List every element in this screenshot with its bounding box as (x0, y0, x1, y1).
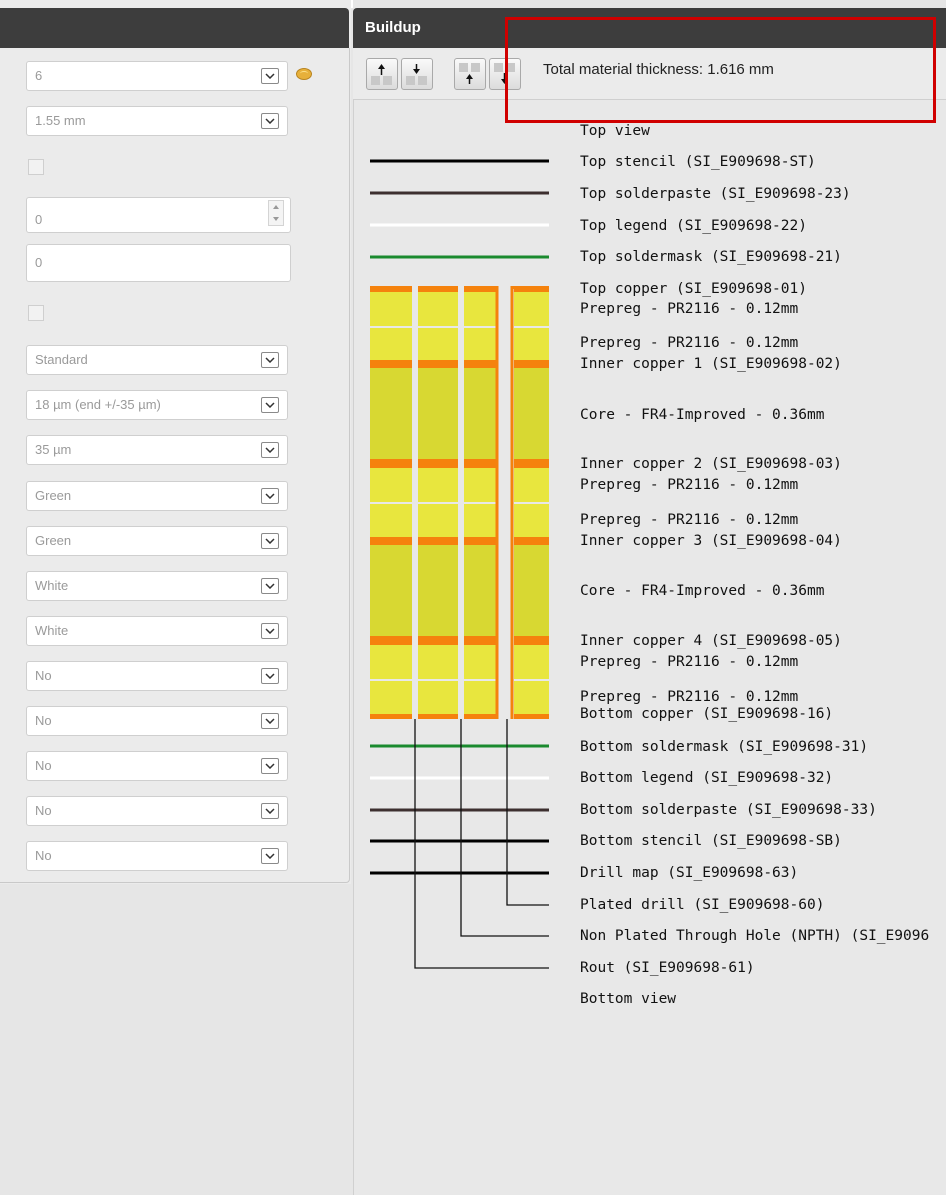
prepreg-3-layer (418, 468, 458, 502)
label-prepreg-5: Prepreg - PR2116 - 0.12mm (580, 654, 799, 670)
prepreg-4-layer (418, 504, 458, 537)
rout-connector (414, 719, 549, 969)
label-plated-drill[interactable]: Plated drill (SI_E909698-60) (580, 897, 824, 913)
inner-copper-3-layer (464, 537, 496, 545)
prepreg-5-layer (370, 645, 412, 679)
label-top-legend[interactable]: Top legend (SI_E909698-22) (580, 218, 807, 234)
label-core-2: Core - FR4-Improved - 0.36mm (580, 583, 825, 599)
inner-copper-1-layer (464, 360, 496, 368)
core-2-layer (464, 545, 496, 636)
inner-copper-2-layer (418, 459, 458, 468)
label-core-1: Core - FR4-Improved - 0.36mm (580, 407, 825, 423)
core-1-layer (514, 368, 549, 459)
label-inner-copper-2[interactable]: Inner copper 2 (SI_E909698-03) (580, 456, 842, 472)
bottom-copper-layer (514, 714, 549, 719)
label-prepreg-6: Prepreg - PR2116 - 0.12mm (580, 689, 799, 705)
label-inner-copper-4[interactable]: Inner copper 4 (SI_E909698-05) (580, 633, 842, 649)
bottom-copper-layer (418, 714, 458, 719)
label-prepreg-2: Prepreg - PR2116 - 0.12mm (580, 335, 799, 351)
prepreg-6-layer (464, 681, 496, 714)
prepreg-2-layer (514, 328, 549, 360)
prepreg-3-layer (464, 468, 496, 502)
inner-copper-4-layer (370, 636, 412, 645)
prepreg-4-layer (370, 504, 412, 537)
label-bottom-view: Bottom view (580, 991, 677, 1007)
prepreg-3-layer (370, 468, 412, 502)
prepreg-6-layer (370, 681, 412, 714)
label-prepreg-1: Prepreg - PR2116 - 0.12mm (580, 301, 799, 317)
label-bottom-solderpaste[interactable]: Bottom solderpaste (SI_E909698-33) (580, 802, 877, 818)
label-top-solderpaste[interactable]: Top solderpaste (SI_E909698-23) (580, 186, 851, 202)
prepreg-3-layer (514, 468, 549, 502)
inner-copper-4-layer (514, 636, 549, 645)
drill-connectors (414, 719, 549, 969)
prepreg-2-layer (370, 328, 412, 360)
prepreg-2-layer (418, 328, 458, 360)
label-bottom-legend[interactable]: Bottom legend (SI_E909698-32) (580, 770, 833, 786)
label-bottom-copper[interactable]: Bottom copper (SI_E909698-16) (580, 706, 833, 722)
label-top-view: Top view (580, 123, 650, 139)
core-2-layer (370, 545, 412, 636)
top-copper-layer (418, 286, 458, 292)
label-inner-copper-3[interactable]: Inner copper 3 (SI_E909698-04) (580, 533, 842, 549)
inner-copper-4-layer (464, 636, 496, 645)
label-prepreg-3: Prepreg - PR2116 - 0.12mm (580, 477, 799, 493)
prepreg-5-layer (514, 645, 549, 679)
prepreg-4-layer (464, 504, 496, 537)
inner-copper-4-layer (418, 636, 458, 645)
inner-copper-2-layer (370, 459, 412, 468)
label-drill-map[interactable]: Drill map (SI_E909698-63) (580, 865, 798, 881)
inner-copper-2-layer (464, 459, 496, 468)
top-copper-layer (370, 286, 412, 292)
inner-copper-1-layer (370, 360, 412, 368)
prepreg-1-layer (418, 292, 458, 326)
core-1-layer (370, 368, 412, 459)
bottom-copper-layer (370, 714, 412, 719)
prepreg-6-layer (514, 681, 549, 714)
inner-copper-1-layer (514, 360, 549, 368)
label-prepreg-4: Prepreg - PR2116 - 0.12mm (580, 512, 799, 528)
bottom-copper-layer (464, 714, 496, 719)
inner-copper-3-layer (370, 537, 412, 545)
board-stack (370, 286, 549, 719)
prepreg-6-layer (418, 681, 458, 714)
label-bottom-soldermask[interactable]: Bottom soldermask (SI_E909698-31) (580, 739, 868, 755)
prepreg-2-layer (464, 328, 496, 360)
prepreg-5-layer (418, 645, 458, 679)
prepreg-1-layer (514, 292, 549, 326)
label-inner-copper-1[interactable]: Inner copper 1 (SI_E909698-02) (580, 356, 842, 372)
prepreg-1-layer (464, 292, 496, 326)
core-2-layer (514, 545, 549, 636)
label-top-copper[interactable]: Top copper (SI_E909698-01) (580, 281, 807, 297)
label-top-soldermask[interactable]: Top soldermask (SI_E909698-21) (580, 249, 842, 265)
label-top-stencil[interactable]: Top stencil (SI_E909698-ST) (580, 154, 816, 170)
core-1-layer (464, 368, 496, 459)
inner-copper-3-layer (514, 537, 549, 545)
prepreg-4-layer (514, 504, 549, 537)
prepreg-1-layer (370, 292, 412, 326)
inner-copper-1-layer (418, 360, 458, 368)
label-bottom-stencil[interactable]: Bottom stencil (SI_E909698-SB) (580, 833, 842, 849)
inner-copper-3-layer (418, 537, 458, 545)
label-rout[interactable]: Rout (SI_E909698-61) (580, 960, 755, 976)
npth-connector (460, 719, 549, 937)
core-2-layer (418, 545, 458, 636)
core-1-layer (418, 368, 458, 459)
highlight-annotation-box (505, 17, 936, 123)
prepreg-5-layer (464, 645, 496, 679)
inner-copper-2-layer (514, 459, 549, 468)
label-npth[interactable]: Non Plated Through Hole (NPTH) (SI_E9096 (580, 928, 929, 944)
